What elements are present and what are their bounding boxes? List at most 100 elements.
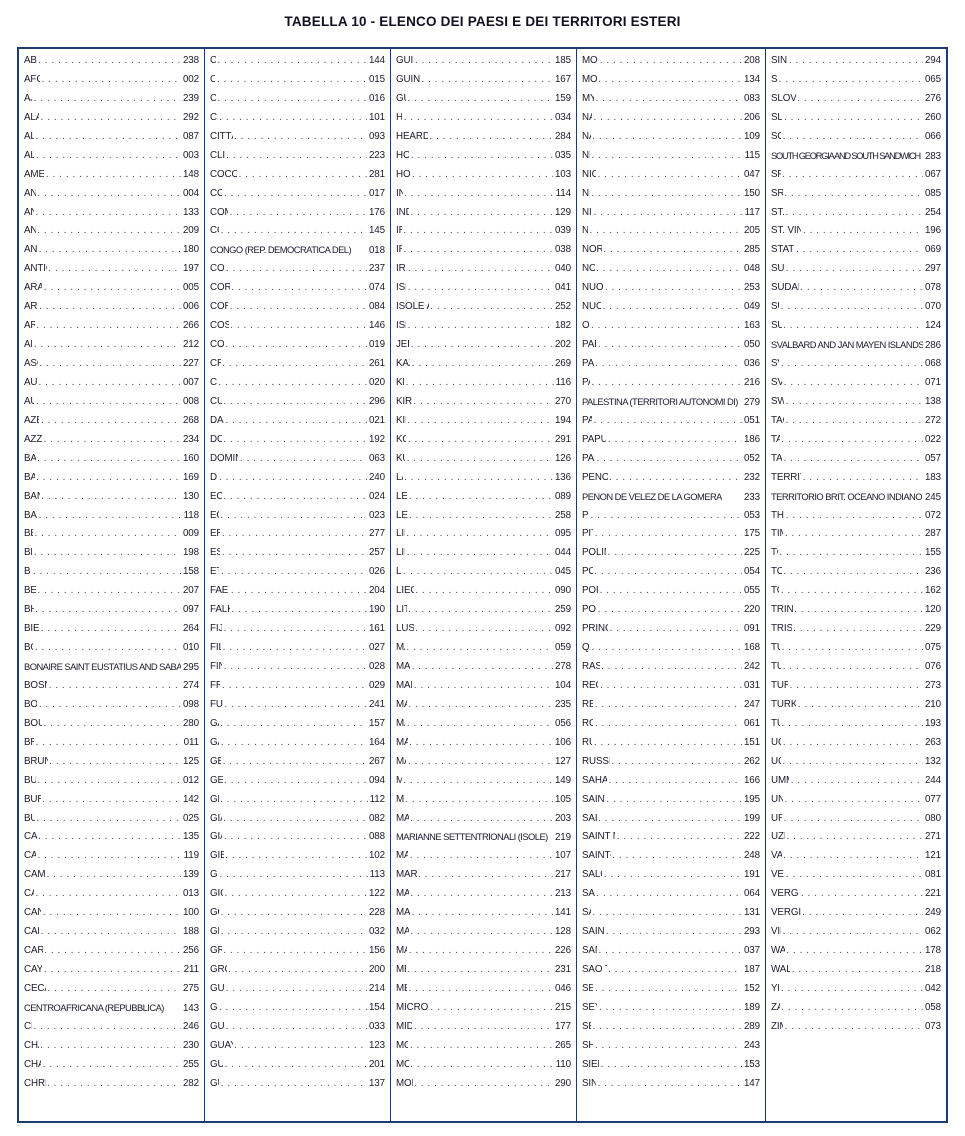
country-code: 268 bbox=[182, 414, 199, 426]
country-code: 215 bbox=[554, 1001, 571, 1013]
country-name: GAMBIA bbox=[210, 736, 219, 748]
country-name: UZBEKISTAN bbox=[771, 831, 785, 843]
country-name: CAPO VERDE bbox=[24, 926, 39, 938]
leader-dots: . . . . . . . . . . . . . . . . . . . . … bbox=[407, 414, 553, 426]
country-row: GUATEMALA. . . . . . . . . . . . . . . .… bbox=[210, 1018, 385, 1037]
country-row: NORVEGIA. . . . . . . . . . . . . . . . … bbox=[582, 260, 760, 279]
leader-dots: . . . . . . . . . . . . . . . . . . . . … bbox=[223, 623, 368, 635]
country-name: SAINT-PIERRE E MIQUELON bbox=[582, 850, 611, 862]
leader-dots: . . . . . . . . . . . . . . . . . . . . … bbox=[782, 130, 924, 142]
country-row: NAMIBIA. . . . . . . . . . . . . . . . .… bbox=[582, 109, 760, 128]
country-row: SRI LANKA. . . . . . . . . . . . . . . .… bbox=[771, 185, 941, 204]
country-code: 063 bbox=[368, 452, 385, 464]
leader-dots: . . . . . . . . . . . . . . . . . . . . … bbox=[38, 55, 181, 66]
country-row: TRISTAN DA CUNHA. . . . . . . . . . . . … bbox=[771, 620, 941, 639]
country-name: MYANMAR bbox=[582, 92, 594, 104]
leader-dots: . . . . . . . . . . . . . . . . . . . . … bbox=[784, 187, 923, 199]
country-code: 200 bbox=[368, 964, 385, 975]
country-code: 011 bbox=[183, 736, 199, 748]
country-name: SHARJAH bbox=[582, 1039, 593, 1051]
leader-dots: . . . . . . . . . . . . . . . . . . . . … bbox=[225, 263, 368, 275]
country-name: MOLDOVIA bbox=[396, 1039, 408, 1051]
country-code: 175 bbox=[743, 528, 760, 540]
country-code: 135 bbox=[182, 831, 199, 843]
country-name: GIBILTERRA bbox=[210, 850, 224, 862]
country-name: GUAM bbox=[210, 1001, 218, 1013]
country-row: CURACAO. . . . . . . . . . . . . . . . .… bbox=[210, 393, 385, 412]
leader-dots: . . . . . . . . . . . . . . . . . . . . … bbox=[594, 717, 743, 729]
leader-dots: . . . . . . . . . . . . . . . . . . . . … bbox=[405, 793, 553, 805]
country-name: UGANDA bbox=[771, 755, 781, 767]
leader-dots: . . . . . . . . . . . . . . . . . . . . … bbox=[602, 301, 743, 313]
leader-dots: . . . . . . . . . . . . . . . . . . . . … bbox=[595, 92, 743, 104]
country-code: 232 bbox=[743, 471, 760, 483]
country-row: ZIMBABWE. . . . . . . . . . . . . . . . … bbox=[771, 1018, 941, 1037]
country-code: 225 bbox=[743, 547, 760, 559]
leader-dots: . . . . . . . . . . . . . . . . . . . . … bbox=[790, 774, 924, 786]
country-name: BURKINA FASO bbox=[24, 793, 41, 805]
country-row: BHUTAN. . . . . . . . . . . . . . . . . … bbox=[24, 601, 199, 620]
country-code: 078 bbox=[924, 282, 941, 294]
leader-dots: . . . . . . . . . . . . . . . . . . . . … bbox=[407, 964, 553, 975]
leader-dots: . . . . . . . . . . . . . . . . . . . . … bbox=[37, 774, 181, 786]
country-code: 183 bbox=[924, 471, 941, 483]
leader-dots: . . . . . . . . . . . . . . . . . . . . … bbox=[599, 55, 743, 66]
leader-dots: . . . . . . . . . . . . . . . . . . . . … bbox=[598, 812, 742, 824]
leader-dots: . . . . . . . . . . . . . . . . . . . . … bbox=[800, 282, 924, 294]
country-name: MAURITANIA bbox=[396, 907, 411, 919]
country-name: ERITREA bbox=[210, 528, 220, 540]
country-code: 067 bbox=[924, 168, 941, 180]
country-row: POLONIA. . . . . . . . . . . . . . . . .… bbox=[582, 563, 760, 582]
country-name: SAMOA bbox=[582, 907, 591, 919]
country-name: BOSNIA-ERZEGOVINA bbox=[24, 679, 47, 691]
leader-dots: . . . . . . . . . . . . . . . . . . . . … bbox=[409, 1039, 554, 1051]
country-code: 257 bbox=[368, 547, 385, 559]
country-code: 062 bbox=[924, 926, 941, 938]
country-row: CITTÀ DEL VATICANO. . . . . . . . . . . … bbox=[210, 128, 385, 147]
country-row: ARMENIA. . . . . . . . . . . . . . . . .… bbox=[24, 317, 199, 336]
country-name: BONAIRE SAINT EUSTATIUS AND SABA bbox=[24, 661, 181, 672]
country-name: ISOLE AMERICANE DEL PACIFICO bbox=[396, 301, 429, 313]
leader-dots: . . . . . . . . . . . . . . . . . . . . … bbox=[403, 225, 553, 237]
country-code: 156 bbox=[368, 945, 385, 957]
country-name: AUSTRIA bbox=[24, 395, 34, 407]
country-code: 142 bbox=[182, 793, 199, 805]
leader-dots: . . . . . . . . . . . . . . . . . . . . … bbox=[47, 982, 181, 994]
country-code: 283 bbox=[924, 150, 941, 162]
country-row: LIBERIA. . . . . . . . . . . . . . . . .… bbox=[396, 544, 571, 563]
country-name: HEARD AND MCDONALD ISLAND bbox=[396, 130, 428, 142]
country-row: ANGOLA. . . . . . . . . . . . . . . . . … bbox=[24, 204, 199, 223]
country-name: UNGHERIA bbox=[771, 793, 784, 805]
country-row: FRANCIA. . . . . . . . . . . . . . . . .… bbox=[210, 677, 385, 696]
country-row: MALAWI. . . . . . . . . . . . . . . . . … bbox=[396, 715, 571, 734]
country-name: LIBERIA bbox=[396, 547, 405, 559]
country-code: 048 bbox=[743, 263, 760, 275]
leader-dots: . . . . . . . . . . . . . . . . . . . . … bbox=[415, 623, 553, 635]
country-row: MALAYSIA. . . . . . . . . . . . . . . . … bbox=[396, 734, 571, 753]
country-row: PAKISTAN. . . . . . . . . . . . . . . . … bbox=[582, 355, 760, 374]
country-row: COCOS (KEELING) ISLAND. . . . . . . . . … bbox=[210, 166, 385, 185]
country-code: 084 bbox=[368, 301, 385, 313]
country-code: 056 bbox=[554, 717, 571, 729]
country-name: MACAO bbox=[396, 642, 405, 654]
country-name: MONTENEGRO bbox=[396, 1077, 413, 1089]
leader-dots: . . . . . . . . . . . . . . . . . . . . … bbox=[40, 414, 181, 426]
country-code: 199 bbox=[743, 812, 760, 824]
country-name: KIRGHIZISTAN bbox=[396, 395, 412, 407]
country-row: MAN ISOLA. . . . . . . . . . . . . . . .… bbox=[396, 810, 571, 829]
country-name: SLOVENIA bbox=[771, 111, 783, 123]
country-name: LIBANO bbox=[396, 528, 405, 540]
country-code: 007 bbox=[182, 376, 199, 388]
country-code: 264 bbox=[182, 623, 199, 635]
country-name: BERMUDA bbox=[24, 585, 36, 597]
country-name: ALGERIA bbox=[24, 149, 34, 161]
country-name: SOUTH GEORGIA AND SOUTH SANDWICH. bbox=[771, 150, 922, 161]
country-code: 115 bbox=[744, 149, 760, 161]
country-name: GUINEA bbox=[210, 1077, 219, 1089]
country-name: COLOMBIA bbox=[210, 187, 222, 199]
country-row: UGANDA. . . . . . . . . . . . . . . . . … bbox=[771, 753, 941, 772]
country-name: TIMOR EST bbox=[771, 528, 783, 540]
country-row: CAROLINE ISOLE. . . . . . . . . . . . . … bbox=[24, 942, 199, 961]
country-row: SEYCHELLES. . . . . . . . . . . . . . . … bbox=[582, 999, 760, 1018]
country-name: BELIZE bbox=[24, 547, 32, 559]
